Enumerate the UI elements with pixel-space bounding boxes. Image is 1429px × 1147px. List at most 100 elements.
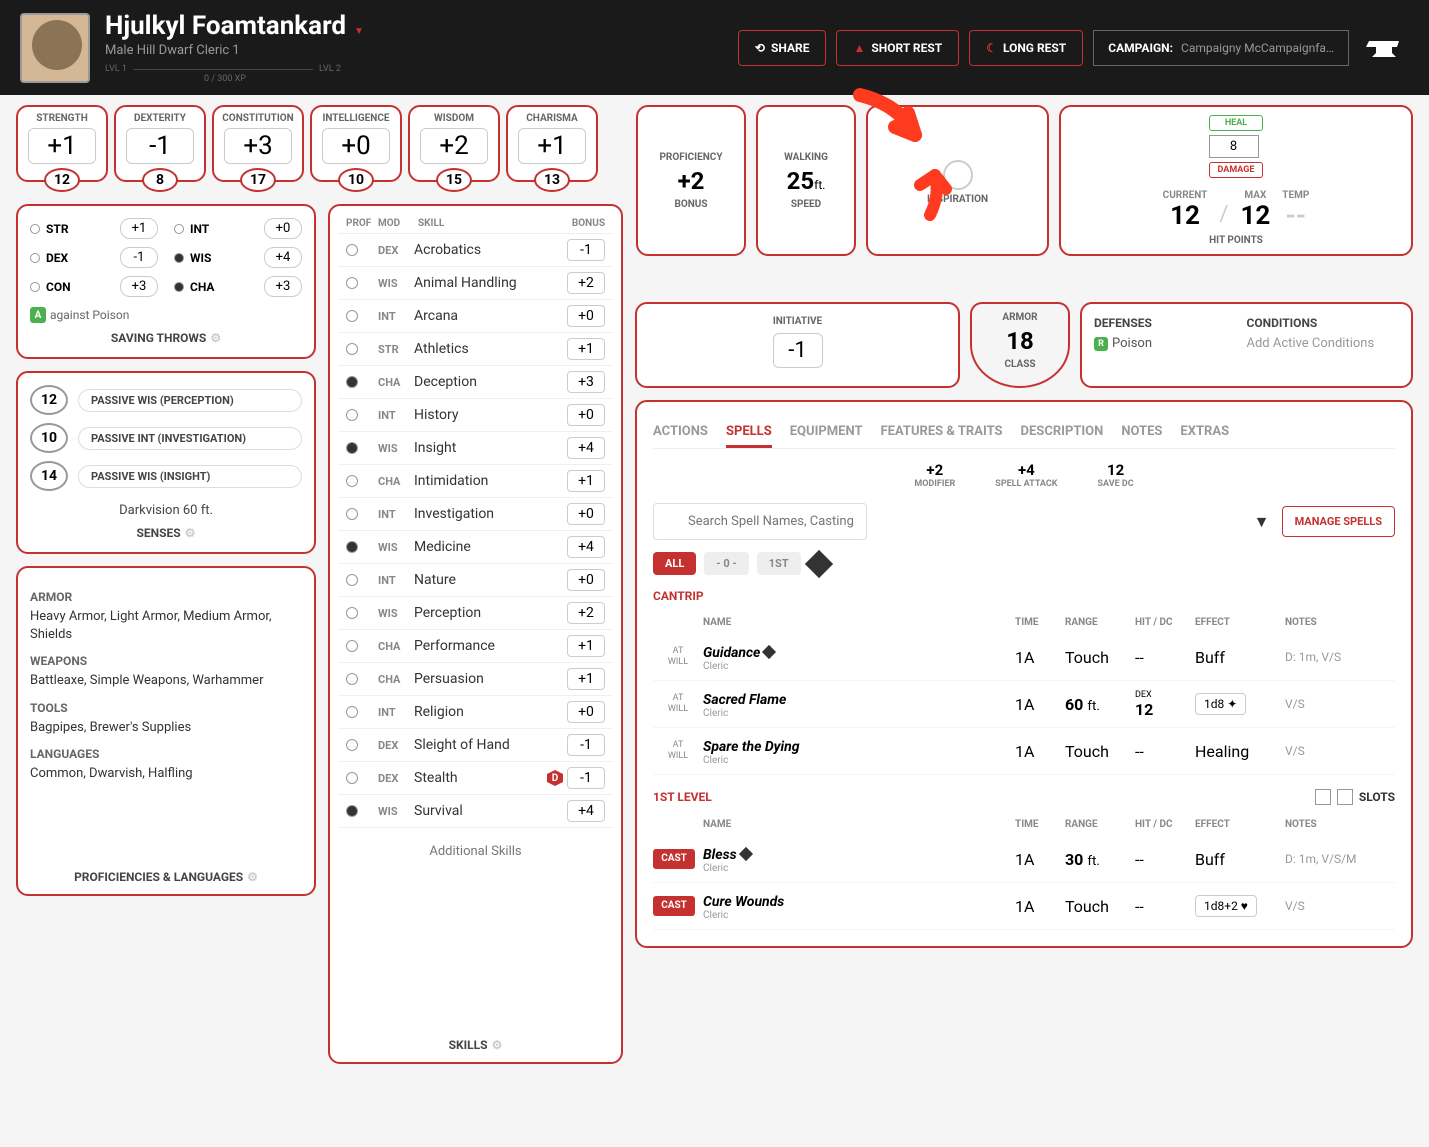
ability-constitution[interactable]: CONSTITUTION +3 17 bbox=[212, 105, 304, 182]
spell-search-input[interactable] bbox=[653, 503, 867, 540]
save-cha[interactable]: CHA +3 bbox=[174, 276, 302, 297]
conditions[interactable]: CONDITIONS Add Active Conditions bbox=[1247, 316, 1400, 374]
skill-stealth[interactable]: DEX Stealth D -1 bbox=[338, 762, 613, 795]
tab-notes[interactable]: NOTES bbox=[1121, 418, 1162, 448]
skill-arcana[interactable]: INT Arcana +0 bbox=[338, 300, 613, 333]
ac-box[interactable]: ARMOR 18 CLASS bbox=[970, 302, 1070, 388]
hp-temp[interactable]: -- bbox=[1282, 201, 1309, 231]
content-panel: ACTIONS SPELLS EQUIPMENT FEATURES & TRAITS D… bbox=[635, 400, 1413, 948]
heal-button[interactable]: HEAL bbox=[1209, 115, 1264, 131]
gear-icon[interactable]: ⚙ bbox=[492, 1038, 503, 1052]
hp-max[interactable]: 12 bbox=[1240, 201, 1270, 231]
skill-insight[interactable]: WIS Insight +4 bbox=[338, 432, 613, 465]
skill-religion[interactable]: INT Religion +0 bbox=[338, 696, 613, 729]
save-str[interactable]: STR +1 bbox=[30, 218, 158, 239]
campaign-button[interactable]: CAMPAIGN: Campaigny McCampaignfa… bbox=[1093, 30, 1349, 66]
header: Hjulkyl Foamtankard Male Hill Dwarf Cler… bbox=[0, 0, 1429, 95]
slot-1[interactable] bbox=[1315, 789, 1331, 805]
ability-intelligence[interactable]: INTELLIGENCE +0 10 bbox=[310, 105, 402, 182]
filter-cantrip[interactable]: - 0 - bbox=[704, 552, 748, 575]
spell-row[interactable]: ATWILL Sacred FlameCleric 1A 60 ft. DEX1… bbox=[653, 681, 1395, 728]
ability-wisdom[interactable]: WISDOM +2 15 bbox=[408, 105, 500, 182]
skill-bonus: +4 bbox=[567, 536, 605, 558]
skill-survival[interactable]: WIS Survival +4 bbox=[338, 795, 613, 828]
character-avatar[interactable] bbox=[20, 13, 90, 83]
initiative-box[interactable]: INITIATIVE -1 bbox=[635, 302, 960, 388]
save-int[interactable]: INT +0 bbox=[174, 218, 302, 239]
skill-mod: INT bbox=[378, 706, 414, 719]
skill-deception[interactable]: CHA Deception +3 bbox=[338, 366, 613, 399]
damage-box[interactable]: 1d8+2 ♥ bbox=[1195, 895, 1257, 917]
filter-all[interactable]: ALL bbox=[653, 552, 696, 575]
skill-performance[interactable]: CHA Performance +1 bbox=[338, 630, 613, 663]
skill-animal-handling[interactable]: WIS Animal Handling +2 bbox=[338, 267, 613, 300]
spell-row[interactable]: ATWILL GuidanceCleric 1A Touch -- Buff D… bbox=[653, 634, 1395, 681]
tab-featurestraits[interactable]: FEATURES & TRAITS bbox=[881, 418, 1003, 448]
hp-current[interactable]: 12 bbox=[1163, 201, 1208, 231]
spell-range: 60 ft. bbox=[1065, 695, 1135, 714]
save-con[interactable]: CON +3 bbox=[30, 276, 158, 297]
character-name[interactable]: Hjulkyl Foamtankard bbox=[105, 11, 364, 41]
add-conditions[interactable]: Add Active Conditions bbox=[1247, 336, 1400, 351]
additional-skills[interactable]: Additional Skills bbox=[338, 828, 613, 875]
spell-row[interactable]: CAST Cure WoundsCleric 1A Touch -- 1d8+2… bbox=[653, 883, 1395, 930]
tab-spells[interactable]: SPELLS bbox=[726, 418, 772, 448]
cast-button[interactable]: CAST bbox=[653, 849, 695, 869]
hp-input[interactable] bbox=[1209, 135, 1259, 158]
tools-heading: TOOLS bbox=[30, 701, 302, 715]
spell-stat-label: SAVE DC bbox=[1098, 479, 1134, 489]
long-rest-button[interactable]: ☾LONG REST bbox=[969, 30, 1083, 66]
filter-concentration[interactable] bbox=[805, 549, 833, 577]
skill-nature[interactable]: INT Nature +0 bbox=[338, 564, 613, 597]
filter-1st[interactable]: 1ST bbox=[757, 552, 801, 575]
ability-strength[interactable]: STRENGTH +1 12 bbox=[16, 105, 108, 182]
filter-icon[interactable]: ▼ bbox=[1254, 512, 1274, 532]
skill-perception[interactable]: WIS Perception +2 bbox=[338, 597, 613, 630]
gear-icon[interactable]: ⚙ bbox=[185, 526, 196, 540]
tab-extras[interactable]: EXTRAS bbox=[1180, 418, 1229, 448]
speed-box[interactable]: WALKING 25ft. SPEED bbox=[756, 105, 856, 256]
short-rest-button[interactable]: ▲SHORT REST bbox=[836, 30, 959, 66]
defenses[interactable]: DEFENSES RPoison bbox=[1094, 316, 1247, 374]
tab-equipment[interactable]: EQUIPMENT bbox=[790, 418, 863, 448]
spell-stat[interactable]: +4 SPELL ATTACK bbox=[995, 461, 1057, 489]
spell-name: BlessCleric bbox=[703, 844, 1015, 874]
ability-charisma[interactable]: CHARISMA +1 13 bbox=[506, 105, 598, 182]
save-dex[interactable]: DEX -1 bbox=[30, 247, 158, 268]
spell-row[interactable]: ATWILL Spare the DyingCleric 1A Touch --… bbox=[653, 728, 1395, 775]
skill-sleight-of-hand[interactable]: DEX Sleight of Hand -1 bbox=[338, 729, 613, 762]
skill-investigation[interactable]: INT Investigation +0 bbox=[338, 498, 613, 531]
tab-description[interactable]: DESCRIPTION bbox=[1021, 418, 1104, 448]
share-button[interactable]: ⟲SHARE bbox=[738, 30, 827, 66]
slot-2[interactable] bbox=[1337, 789, 1353, 805]
skill-persuasion[interactable]: CHA Persuasion +1 bbox=[338, 663, 613, 696]
spell-stat[interactable]: 12 SAVE DC bbox=[1098, 461, 1134, 489]
save-wis[interactable]: WIS +4 bbox=[174, 247, 302, 268]
spell-effect: 1d8 ✦ bbox=[1195, 693, 1285, 715]
skill-medicine[interactable]: WIS Medicine +4 bbox=[338, 531, 613, 564]
gear-icon[interactable]: ⚙ bbox=[210, 331, 221, 345]
skill-acrobatics[interactable]: DEX Acrobatics -1 bbox=[338, 234, 613, 267]
anvil-icon[interactable] bbox=[1359, 28, 1409, 68]
skill-bonus: +1 bbox=[567, 668, 605, 690]
defenses-title: DEFENSES bbox=[1094, 316, 1247, 330]
skill-history[interactable]: INT History +0 bbox=[338, 399, 613, 432]
passive-label: PASSIVE WIS (INSIGHT) bbox=[78, 465, 302, 488]
inspiration-box[interactable]: INSPIRATION bbox=[866, 105, 1049, 256]
skill-bonus: +3 bbox=[567, 371, 605, 393]
manage-spells-button[interactable]: MANAGE SPELLS bbox=[1282, 506, 1395, 537]
spell-stat[interactable]: +2 MODIFIER bbox=[914, 461, 955, 489]
spell-row[interactable]: CAST BlessCleric 1A 30 ft. -- Buff D: 1m… bbox=[653, 836, 1395, 883]
tab-actions[interactable]: ACTIONS bbox=[653, 418, 708, 448]
proficiency-dot bbox=[346, 541, 358, 553]
gear-icon[interactable]: ⚙ bbox=[247, 870, 258, 884]
moon-icon: ☾ bbox=[986, 41, 997, 55]
proficiency-box[interactable]: PROFICIENCY +2 BONUS bbox=[636, 105, 746, 256]
skill-intimidation[interactable]: CHA Intimidation +1 bbox=[338, 465, 613, 498]
ability-dexterity[interactable]: DEXTERITY -1 8 bbox=[114, 105, 206, 182]
proficiency-dot bbox=[346, 343, 358, 355]
skill-athletics[interactable]: STR Athletics +1 bbox=[338, 333, 613, 366]
cast-button[interactable]: CAST bbox=[653, 896, 695, 916]
damage-button[interactable]: DAMAGE bbox=[1209, 162, 1264, 178]
damage-box[interactable]: 1d8 ✦ bbox=[1195, 693, 1246, 715]
